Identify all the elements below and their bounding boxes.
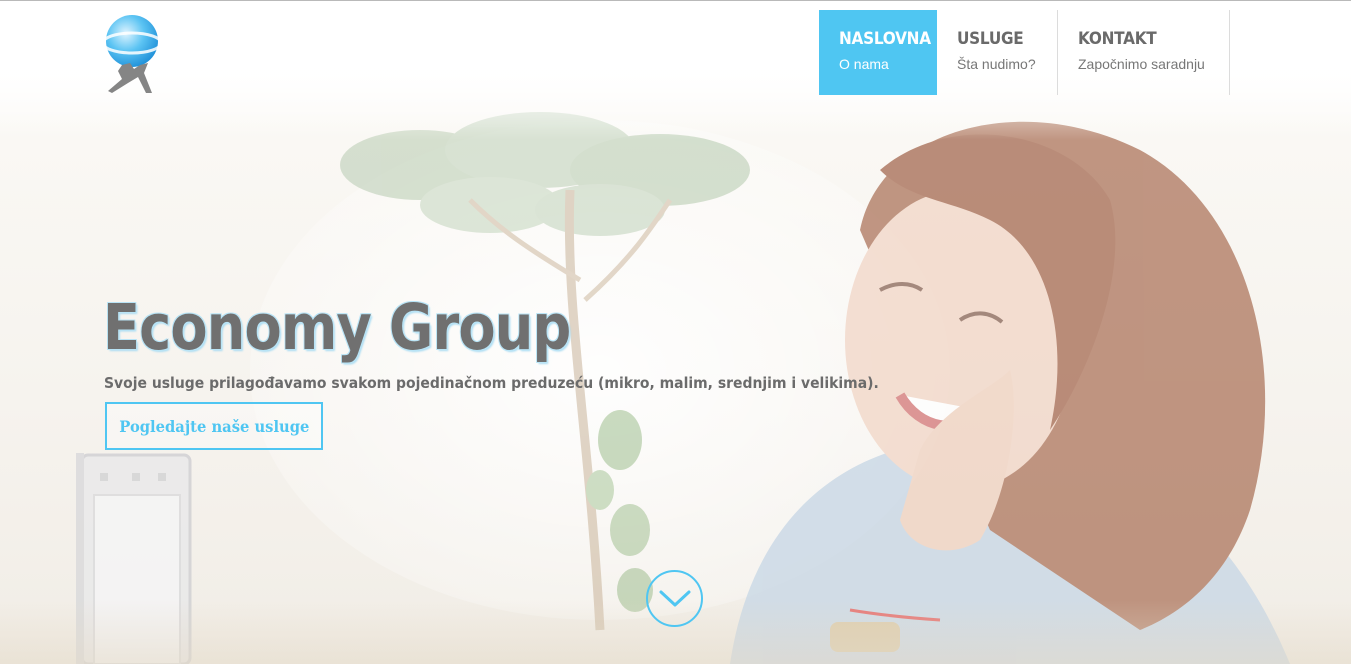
view-services-label: Pogledajte naše usluge xyxy=(118,416,310,436)
nav-item-subtitle: Započnimo saradnju xyxy=(1078,56,1205,72)
main-nav: NASLOVNA O nama USLUGE Šta nudimo? KONTA… xyxy=(819,10,1230,95)
nav-item-naslovna[interactable]: NASLOVNA O nama xyxy=(819,10,937,95)
nav-item-title: NASLOVNA xyxy=(839,29,931,49)
nav-item-kontakt[interactable]: KONTAKT Započnimo saradnju xyxy=(1058,10,1230,95)
globe-atlas-logo-icon xyxy=(101,15,163,93)
scroll-down-button[interactable] xyxy=(646,570,703,627)
site-logo[interactable] xyxy=(101,13,163,95)
hero-title: Economy Group xyxy=(103,291,571,364)
chevron-down-icon xyxy=(659,590,690,606)
hero-subtitle: Svoje usluge prilagođavamo svakom pojedi… xyxy=(104,374,879,392)
nav-item-usluge[interactable]: USLUGE Šta nudimo? xyxy=(937,10,1058,95)
nav-item-subtitle: O nama xyxy=(839,56,889,72)
nav-item-title: USLUGE xyxy=(957,29,1024,49)
page-top-border xyxy=(0,0,1351,1)
view-services-button[interactable]: Pogledajte naše usluge xyxy=(105,402,323,450)
nav-item-title: KONTAKT xyxy=(1078,29,1157,49)
nav-item-subtitle: Šta nudimo? xyxy=(957,56,1036,72)
